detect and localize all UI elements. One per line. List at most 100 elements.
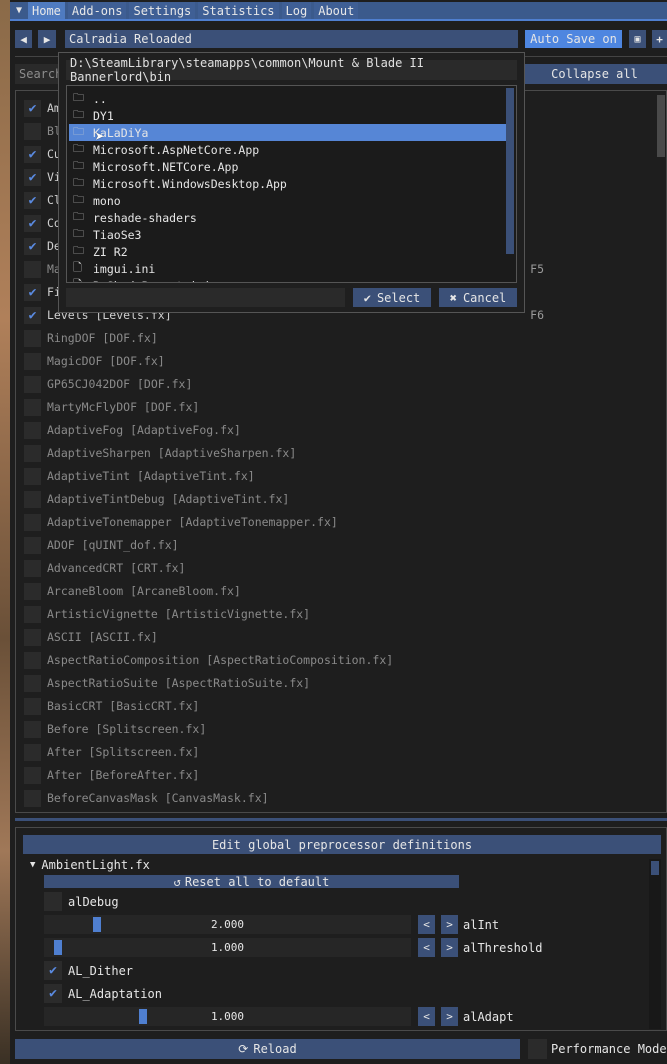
effect-item[interactable]: ArtisticVignette [ArtisticVignette.fx] — [24, 604, 544, 624]
effect-checkbox[interactable]: ✔ — [24, 306, 41, 324]
tab-about[interactable]: About — [314, 2, 359, 19]
effect-checkbox[interactable] — [24, 421, 41, 439]
collapse-all-button[interactable]: Collapse all — [522, 64, 667, 84]
effect-item[interactable]: BasicCRT [BasicCRT.fx] — [24, 696, 544, 716]
effect-item[interactable]: After [Splitscreen.fx] — [24, 742, 544, 762]
tab-home[interactable]: Home — [28, 2, 65, 19]
reload-button[interactable]: ⟳ Reload — [15, 1039, 520, 1059]
effect-checkbox[interactable] — [24, 674, 41, 692]
effect-item[interactable]: AdaptiveTintDebug [AdaptiveTint.fx] — [24, 489, 544, 509]
file-entry[interactable]: 🗀 Microsoft.NETCore.App — [69, 158, 514, 175]
effect-item[interactable]: RingDOF [DOF.fx] — [24, 328, 544, 348]
effect-item[interactable]: AdaptiveFog [AdaptiveFog.fx] — [24, 420, 544, 440]
decrement-button[interactable]: < — [418, 1007, 435, 1026]
file-entry[interactable]: 🗀 TiaoSe3 — [69, 226, 514, 243]
save-preset-button[interactable]: ▣ — [629, 30, 646, 48]
effect-item[interactable]: MartyMcFlyDOF [DOF.fx] — [24, 397, 544, 417]
effect-checkbox[interactable] — [24, 467, 41, 485]
performance-mode-checkbox[interactable] — [528, 1039, 547, 1059]
effect-checkbox[interactable]: ✔ — [24, 191, 41, 209]
add-preset-button[interactable]: + — [652, 30, 667, 48]
effect-checkbox[interactable] — [24, 122, 41, 140]
effect-item[interactable]: ADOF [qUINT_dof.fx] — [24, 535, 544, 555]
effect-checkbox[interactable]: ✔ — [24, 99, 41, 117]
previous-preset-button[interactable]: ◀ — [15, 30, 32, 48]
file-entry[interactable]: 🗋 imgui.ini — [69, 260, 514, 277]
preset-selector[interactable]: Calradia Reloaded — [65, 30, 518, 48]
increment-button[interactable]: > — [441, 938, 458, 957]
auto-save-button[interactable]: Auto Save on — [525, 30, 622, 48]
effect-checkbox[interactable] — [24, 605, 41, 623]
effect-checkbox[interactable]: ✔ — [24, 168, 41, 186]
tab-statistics[interactable]: Statistics — [198, 2, 279, 19]
param-slider[interactable]: 1.000 — [44, 938, 411, 957]
file-entry[interactable]: 🗀 KaLaDiYa — [69, 124, 514, 141]
effect-checkbox[interactable] — [24, 490, 41, 508]
next-preset-button[interactable]: ▶ — [38, 30, 56, 48]
effect-checkbox[interactable]: ✔ — [24, 237, 41, 255]
effect-checkbox[interactable] — [24, 582, 41, 600]
file-entry[interactable]: 🗀 Microsoft.AspNetCore.App — [69, 141, 514, 158]
effect-checkbox[interactable] — [24, 651, 41, 669]
effect-checkbox[interactable] — [24, 398, 41, 416]
increment-button[interactable]: > — [441, 1007, 458, 1026]
section-ambientlight[interactable]: ▼ AmbientLight.fx — [30, 857, 150, 873]
effect-checkbox[interactable]: ✔ — [24, 283, 41, 301]
param-checkbox[interactable]: ✔ — [44, 961, 62, 980]
effect-checkbox[interactable] — [24, 720, 41, 738]
file-entry[interactable]: 🗀.. — [69, 90, 514, 107]
file-list-scrollbar[interactable] — [506, 88, 514, 254]
effect-checkbox[interactable] — [24, 766, 41, 784]
cancel-button[interactable]: ✖ Cancel — [439, 288, 517, 307]
file-entry[interactable]: 🗀 ZI R2 — [69, 243, 514, 260]
effect-checkbox[interactable] — [24, 352, 41, 370]
param-slider[interactable]: 2.000 — [44, 915, 411, 934]
collapse-window-icon[interactable]: ▼ — [10, 5, 28, 16]
effect-item[interactable]: MagicDOF [DOF.fx] — [24, 351, 544, 371]
effect-checkbox[interactable] — [24, 743, 41, 761]
tab-settings[interactable]: Settings — [129, 2, 196, 19]
effect-checkbox[interactable]: ✔ — [24, 145, 41, 163]
decrement-button[interactable]: < — [418, 938, 435, 957]
effect-item[interactable]: AspectRatioSuite [AspectRatioSuite.fx] — [24, 673, 544, 693]
file-entry[interactable]: 🗀 reshade-shaders — [69, 209, 514, 226]
select-button[interactable]: ✔ Select — [353, 288, 431, 307]
effect-item[interactable]: AdaptiveTint [AdaptiveTint.fx] — [24, 466, 544, 486]
effect-item[interactable]: After [BeforeAfter.fx] — [24, 765, 544, 785]
file-entry[interactable]: 🗋ReShadePreset.ini — [69, 277, 514, 282]
effect-item[interactable]: AdaptiveSharpen [AdaptiveSharpen.fx] — [24, 443, 544, 463]
effect-checkbox[interactable] — [24, 260, 41, 278]
effect-checkbox[interactable] — [24, 513, 41, 531]
effect-item[interactable]: ASCII [ASCII.fx] — [24, 627, 544, 647]
tab-add-ons[interactable]: Add-ons — [67, 2, 127, 19]
tab-log[interactable]: Log — [281, 2, 312, 19]
param-checkbox[interactable] — [44, 892, 62, 911]
effect-checkbox[interactable] — [24, 789, 41, 807]
effect-item[interactable]: ArcaneBloom [ArcaneBloom.fx] — [24, 581, 544, 601]
effect-checkbox[interactable] — [24, 559, 41, 577]
file-entry[interactable]: 🗀 mono — [69, 192, 514, 209]
preprocessor-scrollbar[interactable] — [649, 859, 661, 1029]
filename-input[interactable] — [66, 288, 345, 307]
effect-checkbox[interactable] — [24, 697, 41, 715]
splitter[interactable] — [15, 818, 667, 821]
effects-scrollbar[interactable] — [657, 95, 665, 157]
decrement-button[interactable]: < — [418, 915, 435, 934]
effect-checkbox[interactable] — [24, 536, 41, 554]
effect-checkbox[interactable] — [24, 444, 41, 462]
effect-item[interactable]: AdvancedCRT [CRT.fx] — [24, 558, 544, 578]
param-checkbox[interactable]: ✔ — [44, 984, 62, 1003]
effect-item[interactable]: GP65CJ042DOF [DOF.fx] — [24, 374, 544, 394]
increment-button[interactable]: > — [441, 915, 458, 934]
effect-checkbox[interactable] — [24, 329, 41, 347]
effect-item[interactable]: BeforeCanvasMask [CanvasMask.fx] — [24, 788, 544, 808]
reset-all-button[interactable]: ↺ Reset all to default — [44, 875, 459, 889]
effect-item[interactable]: Before [Splitscreen.fx] — [24, 719, 544, 739]
edit-preprocessor-button[interactable]: Edit global preprocessor definitions — [23, 835, 661, 854]
file-entry[interactable]: 🗀 DY1 — [69, 107, 514, 124]
path-input[interactable]: D:\SteamLibrary\steamapps\common\Mount &… — [66, 56, 517, 84]
effect-checkbox[interactable] — [24, 375, 41, 393]
param-slider[interactable]: 1.000 — [44, 1007, 411, 1026]
effect-item[interactable]: AspectRatioComposition [AspectRatioCompo… — [24, 650, 544, 670]
effect-checkbox[interactable]: ✔ — [24, 214, 41, 232]
